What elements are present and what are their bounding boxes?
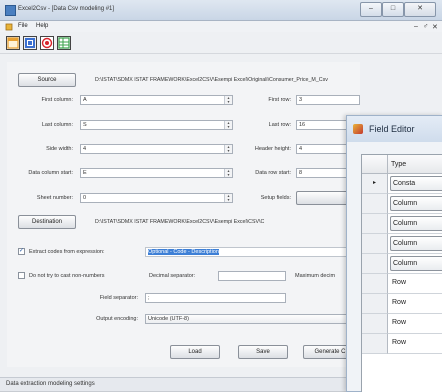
row-header[interactable] bbox=[362, 314, 388, 334]
table-row[interactable]: Column bbox=[388, 254, 442, 274]
table-row[interactable]: Column bbox=[388, 234, 442, 254]
table-row[interactable]: Row bbox=[388, 294, 442, 314]
load-button[interactable]: Load bbox=[170, 345, 220, 359]
setup-fields-label: Setup fields: bbox=[260, 195, 291, 201]
mdi-restore-button[interactable]: ♂ bbox=[423, 23, 428, 30]
app-icon bbox=[5, 5, 16, 16]
field-separator-input[interactable]: ; bbox=[145, 293, 286, 303]
type-cell[interactable]: Row bbox=[392, 299, 406, 306]
data-grid-icon[interactable] bbox=[23, 36, 37, 50]
field-editor-title-bar: Field Editor bbox=[347, 116, 442, 142]
row-header[interactable] bbox=[362, 234, 388, 254]
destination-path: D:\ISTAT\SDMX ISTAT FRAMEWORK\Excel2CSV\… bbox=[95, 219, 265, 225]
spinner-icon[interactable]: ▴ ▾ bbox=[224, 121, 232, 129]
maximize-button[interactable]: □ bbox=[382, 2, 404, 17]
spinner-icon[interactable]: ▴ ▾ bbox=[224, 194, 232, 202]
output-encoding-label: Output encoding: bbox=[96, 316, 138, 322]
type-cell[interactable]: Column bbox=[390, 216, 442, 231]
spinner-icon[interactable]: ▴ ▾ bbox=[224, 145, 232, 153]
field-separator-label: Field separator: bbox=[99, 295, 138, 301]
document-icon bbox=[5, 23, 13, 31]
field-editor-title: Field Editor bbox=[369, 124, 415, 134]
save-button[interactable]: Save bbox=[238, 345, 288, 359]
table-row[interactable]: Column bbox=[388, 214, 442, 234]
header-height-label: Header height: bbox=[254, 146, 291, 152]
extract-codes-checkbox[interactable]: ✓ bbox=[18, 248, 25, 255]
row-header[interactable] bbox=[362, 294, 388, 314]
spinner-icon[interactable]: ▴ ▾ bbox=[224, 96, 232, 104]
data-column-start-input[interactable]: E ▴ ▾ bbox=[80, 168, 233, 178]
type-cell[interactable]: Column bbox=[390, 236, 442, 251]
table-row[interactable]: Consta bbox=[388, 174, 442, 194]
data-column-start-label: Data column start: bbox=[28, 170, 73, 176]
last-row-label: Last row: bbox=[268, 122, 291, 128]
grid-corner-header bbox=[362, 155, 388, 174]
extract-codes-input[interactable]: Optional - Code - Description bbox=[145, 247, 360, 257]
grid-header-type[interactable]: Type bbox=[388, 155, 442, 174]
type-cell[interactable]: Row bbox=[392, 319, 406, 326]
side-width-input[interactable]: 4 ▴ ▾ bbox=[80, 144, 233, 154]
window-icon[interactable] bbox=[6, 36, 20, 50]
table-row[interactable]: Row bbox=[388, 334, 442, 354]
last-column-label: Last column: bbox=[41, 122, 73, 128]
no-cast-label: Do not try to cast non-numbers bbox=[29, 273, 105, 279]
row-header[interactable] bbox=[362, 254, 388, 274]
first-column-label: First column: bbox=[41, 97, 73, 103]
mdi-close-button[interactable]: ✕ bbox=[432, 23, 438, 31]
data-row-start-label: Data row start: bbox=[255, 170, 291, 176]
window-title: Excel2Csv - [Data Csv modeling #1] bbox=[18, 6, 115, 12]
mdi-minimize-button[interactable]: – bbox=[414, 23, 418, 30]
first-row-label: First row: bbox=[268, 97, 291, 103]
table-icon[interactable] bbox=[57, 36, 71, 50]
side-width-label: Side width: bbox=[46, 146, 73, 152]
spinner-icon[interactable]: ▴ ▾ bbox=[224, 169, 232, 177]
table-row[interactable]: Row bbox=[388, 274, 442, 294]
menu-file[interactable]: File bbox=[18, 23, 28, 29]
last-column-input[interactable]: S ▴ ▾ bbox=[80, 120, 233, 130]
table-row[interactable]: Column bbox=[388, 194, 442, 214]
no-cast-checkbox[interactable] bbox=[18, 272, 25, 279]
type-cell[interactable]: Row bbox=[392, 279, 406, 286]
first-column-input[interactable]: A ▴ ▾ bbox=[80, 95, 233, 105]
toolbar bbox=[0, 33, 442, 54]
extract-codes-label: Extract codes from expression: bbox=[29, 249, 105, 255]
type-cell[interactable]: Consta bbox=[390, 176, 442, 191]
maximum-decimals-label: Maximum decim bbox=[295, 273, 336, 279]
type-cell[interactable]: Column bbox=[390, 256, 442, 271]
row-header[interactable]: ▸ bbox=[362, 174, 388, 194]
source-button[interactable]: Source bbox=[18, 73, 76, 87]
destination-button[interactable]: Destination bbox=[18, 215, 76, 229]
decimal-separator-input[interactable] bbox=[218, 271, 286, 281]
minimize-button[interactable]: – bbox=[360, 2, 382, 17]
field-editor-icon bbox=[353, 124, 363, 134]
source-path: D:\ISTAT\SDMX ISTAT FRAMEWORK\Excel2CSV\… bbox=[95, 77, 328, 83]
sheet-number-label: Sheet number: bbox=[36, 195, 73, 201]
first-row-input[interactable]: 3 bbox=[296, 95, 360, 105]
field-grid: Type ▸ Consta Column Column Column Column Row R… bbox=[361, 154, 442, 392]
type-cell[interactable]: Column bbox=[390, 196, 442, 211]
title-bar: Excel2Csv - [Data Csv modeling #1] – □ ✕ bbox=[0, 0, 442, 21]
table-row[interactable]: Row bbox=[388, 314, 442, 334]
settings-panel: Source D:\ISTAT\SDMX ISTAT FRAMEWORK\Exc… bbox=[7, 62, 360, 367]
sheet-number-input[interactable]: 0 ▴ ▾ bbox=[80, 193, 233, 203]
row-header[interactable] bbox=[362, 334, 388, 354]
menu-bar: File Help – ♂ ✕ bbox=[0, 21, 442, 32]
main-window: Excel2Csv - [Data Csv modeling #1] – □ ✕… bbox=[0, 0, 442, 392]
row-header[interactable] bbox=[362, 194, 388, 214]
row-header[interactable] bbox=[362, 274, 388, 294]
close-button[interactable]: ✕ bbox=[404, 2, 436, 17]
field-editor-window: Field Editor Type ▸ Consta Column Column Col… bbox=[346, 115, 442, 392]
decimal-separator-label: Decimal separator: bbox=[149, 273, 196, 279]
output-encoding-select[interactable]: Unicode (UTF-8)▾ bbox=[145, 314, 360, 324]
type-cell[interactable]: Row bbox=[392, 339, 406, 346]
row-header[interactable] bbox=[362, 214, 388, 234]
status-text: Data extraction modeling settings bbox=[6, 381, 95, 387]
target-icon[interactable] bbox=[40, 36, 54, 50]
menu-help[interactable]: Help bbox=[36, 23, 48, 29]
